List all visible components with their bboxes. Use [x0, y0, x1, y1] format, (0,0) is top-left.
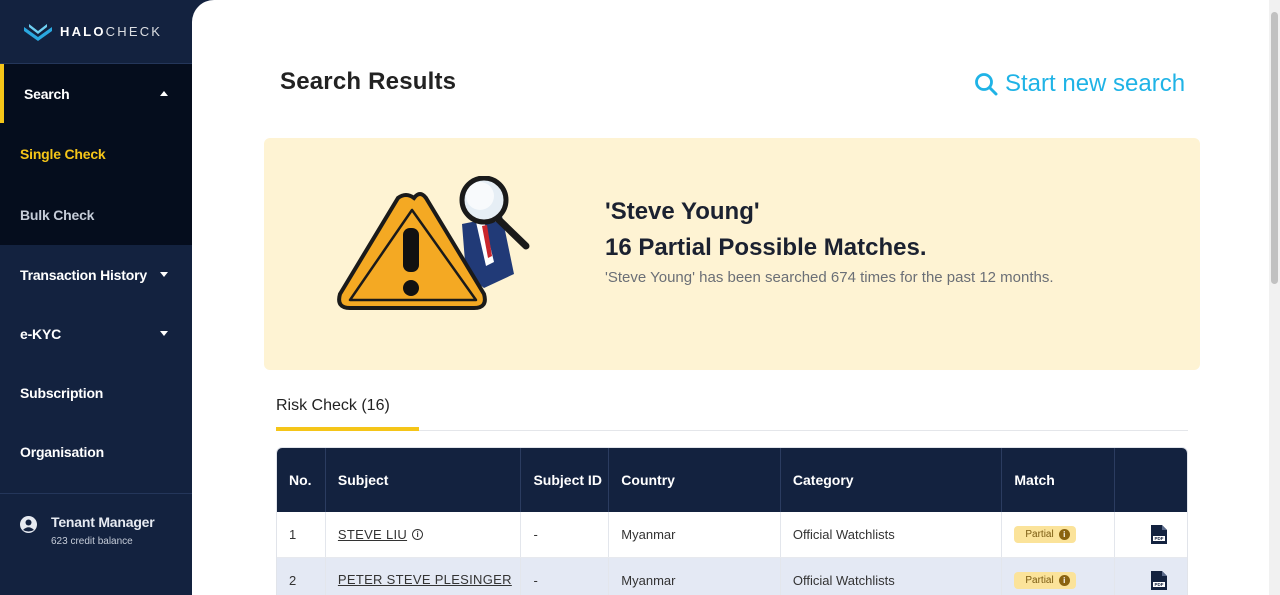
cell-match: Partial i: [1002, 512, 1116, 557]
sidebar-item-organisation[interactable]: Organisation: [0, 422, 192, 481]
svg-text:PDF: PDF: [1155, 536, 1164, 541]
sidebar-item-label: Bulk Check: [20, 206, 95, 223]
match-badge: Partial i: [1014, 572, 1076, 589]
start-new-search-link[interactable]: Start new search: [974, 70, 1185, 98]
caret-up-icon: [160, 91, 168, 96]
sidebar-item-search[interactable]: Search: [0, 64, 192, 123]
search-frequency-note: 'Steve Young' has been searched 674 time…: [605, 269, 1054, 286]
column-header-country: Country: [609, 448, 781, 512]
svg-text:PDF: PDF: [1155, 582, 1164, 587]
badge-info-icon: i: [1058, 529, 1070, 540]
sidebar: HALOCHECK Search Single Check Bulk Check…: [0, 0, 192, 595]
cell-match: Partial i: [1002, 558, 1116, 595]
sidebar-item-label: Subscription: [20, 384, 104, 401]
tab-active-indicator: [276, 427, 419, 431]
main-content: Search Results Start new search 'Steve Y…: [192, 0, 1280, 595]
cell-subject: PETER STEVE PLESINGER: [326, 558, 522, 595]
halo-logo-icon: [24, 23, 52, 41]
sidebar-item-label: Transaction History: [20, 266, 147, 283]
sidebar-item-transaction-history[interactable]: Transaction History: [0, 245, 192, 304]
cell-subject: STEVE LIU i: [326, 512, 522, 557]
subject-link[interactable]: STEVE LIU: [338, 527, 407, 542]
badge-info-icon: i: [1058, 575, 1070, 586]
column-header-category: Category: [781, 448, 1003, 512]
cell-category: Official Watchlists: [781, 558, 1003, 595]
tab-risk-check[interactable]: Risk Check (16): [276, 397, 390, 427]
cell-category: Official Watchlists: [781, 512, 1003, 557]
result-summary-banner: 'Steve Young' 16 Partial Possible Matche…: [264, 138, 1200, 370]
user-avatar-icon: [20, 516, 37, 533]
info-icon[interactable]: i: [412, 529, 424, 540]
cell-country: Myanmar: [609, 558, 781, 595]
cell-subject-id: -: [521, 512, 610, 557]
column-header-subject: Subject: [326, 448, 522, 512]
results-table: No. Subject Subject ID Country Category …: [276, 447, 1188, 595]
scrollbar-thumb[interactable]: [1271, 12, 1278, 284]
caret-down-icon: [160, 272, 168, 277]
sidebar-item-label: Single Check: [20, 145, 106, 162]
table-row[interactable]: 1 STEVE LIU i - Myanmar Official Watchli…: [277, 512, 1187, 558]
logo[interactable]: HALOCHECK: [0, 0, 192, 64]
search-icon: [975, 73, 998, 96]
user-account[interactable]: Tenant Manager 623 credit balance: [0, 493, 192, 595]
match-badge: Partial i: [1014, 526, 1076, 543]
sidebar-item-label: Search: [24, 85, 70, 102]
column-header-no: No.: [277, 448, 326, 512]
page-title: Search Results: [280, 68, 457, 95]
match-count: 16 Partial Possible Matches.: [605, 234, 927, 261]
logo-text: HALOCHECK: [60, 24, 163, 39]
sidebar-item-bulk-check[interactable]: Bulk Check: [0, 184, 192, 245]
pdf-download-icon[interactable]: PDF: [1151, 571, 1168, 590]
sidebar-item-single-check[interactable]: Single Check: [0, 123, 192, 184]
scrollbar[interactable]: [1269, 0, 1280, 595]
cell-pdf: PDF: [1115, 558, 1187, 595]
cell-no: 1: [277, 512, 326, 557]
search-group: Search Single Check Bulk Check: [0, 64, 192, 245]
cell-pdf: PDF: [1115, 512, 1187, 557]
column-header-subject-id: Subject ID: [521, 448, 610, 512]
caret-down-icon: [160, 331, 168, 336]
cell-subject-id: -: [521, 558, 610, 595]
cell-country: Myanmar: [609, 512, 781, 557]
user-name: Tenant Manager: [51, 514, 155, 530]
sidebar-item-subscription[interactable]: Subscription: [0, 363, 192, 422]
table-header: No. Subject Subject ID Country Category …: [277, 448, 1187, 512]
sidebar-item-label: Organisation: [20, 443, 104, 460]
pdf-download-icon[interactable]: PDF: [1151, 525, 1168, 544]
column-header-pdf: [1115, 448, 1187, 512]
warning-investigator-illustration: [337, 176, 530, 310]
start-new-search-label: Start new search: [1005, 70, 1186, 97]
subject-link[interactable]: PETER STEVE PLESINGER: [338, 572, 512, 587]
cell-no: 2: [277, 558, 326, 595]
credit-balance: 623 credit balance: [51, 536, 133, 547]
sidebar-item-label: e-KYC: [20, 325, 62, 342]
sidebar-item-ekyc[interactable]: e-KYC: [0, 304, 192, 363]
column-header-match: Match: [1002, 448, 1116, 512]
search-term: 'Steve Young': [605, 198, 760, 225]
table-row[interactable]: 2 PETER STEVE PLESINGER - Myanmar Offici…: [277, 558, 1187, 595]
